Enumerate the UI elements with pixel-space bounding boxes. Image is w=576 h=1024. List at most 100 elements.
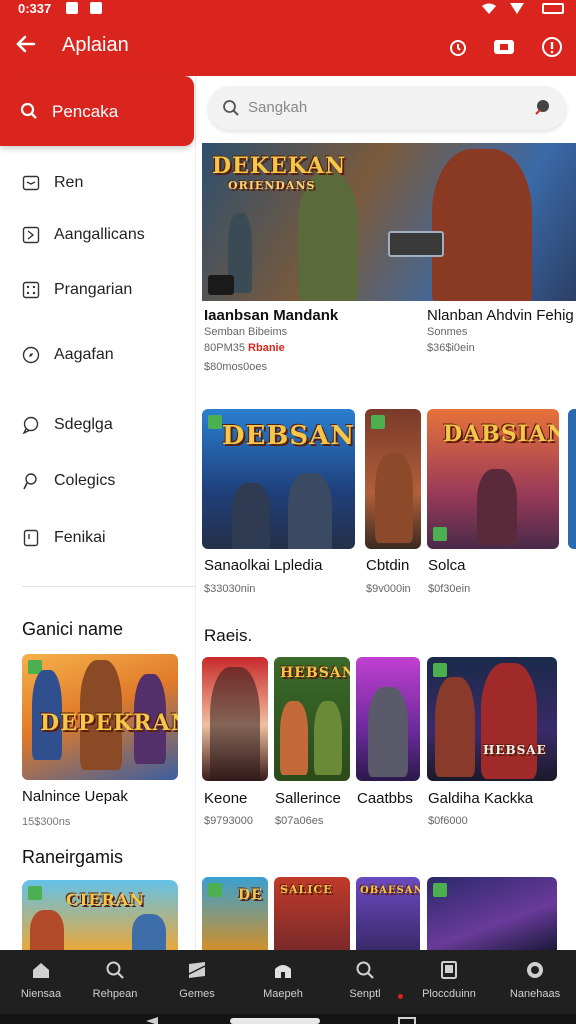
badge-icon (28, 886, 42, 900)
game-title[interactable]: Cbtdin (366, 557, 409, 574)
character-figure (375, 453, 413, 543)
sidebar-section-heading: Ganici name (22, 619, 124, 639)
game-card-art[interactable]: DEBSAN (202, 409, 355, 549)
badge-icon (433, 883, 447, 897)
sidebar: Pencaka Ren Aangallicans Prangarian Aaga… (0, 76, 196, 950)
game-card-art[interactable] (568, 409, 576, 549)
bottom-nav: Niensaa Rehpean Gemes Maepeh Senptl Ploc… (0, 950, 576, 1014)
game-card-art[interactable]: SALICE (274, 877, 350, 950)
nav-label: Rehpean (92, 988, 138, 1000)
info-icon[interactable] (540, 35, 564, 59)
sidebar-item-fenikai[interactable]: Fenikai (0, 519, 196, 559)
badge-icon (433, 663, 447, 677)
character-figure (477, 469, 517, 545)
search-bar[interactable]: Sangkah (208, 86, 566, 130)
nav-item-tablet[interactable]: Ploccduinn (408, 950, 490, 1014)
nav-label: Nanehaas (509, 988, 561, 1000)
back-button[interactable] (14, 32, 38, 60)
nav-item-library[interactable]: Maepeh (242, 950, 324, 1014)
game-subtitle: Semban Bibeims (204, 326, 288, 338)
sidebar-item-colegics[interactable]: Colegics (0, 462, 196, 502)
game-title[interactable]: Sallerince (275, 790, 341, 807)
game-logo: HEBSAN (280, 665, 350, 681)
user-icon (23, 473, 37, 490)
sidebar-item-sdeglga[interactable]: Sdeglga (0, 406, 196, 446)
game-price: $33030nin (204, 583, 256, 595)
character-figure (314, 701, 342, 775)
game-card-art[interactable]: HEBSAE (427, 657, 557, 781)
game-title[interactable]: Galdiha Kackka (428, 790, 533, 807)
game-card-art[interactable]: OBAESAN (356, 877, 420, 950)
game-subtitle: Sonmes (427, 326, 468, 338)
nav-item-games[interactable]: Gemes (156, 950, 238, 1014)
game-card-art[interactable]: HEBSAN (274, 657, 350, 781)
game-logo: DEKEKAN (212, 153, 347, 179)
nav-item-search[interactable]: Rehpean (74, 950, 156, 1014)
alarm-icon[interactable] (446, 35, 470, 59)
system-home-bar (0, 1014, 576, 1024)
game-price: $36$i0ein (427, 342, 475, 354)
system-home-pill[interactable] (230, 1018, 320, 1024)
game-title[interactable]: Solca (428, 557, 466, 574)
video-icon[interactable] (492, 35, 516, 59)
game-logo: DEPEKRAN (40, 710, 178, 736)
game-meta: $80mos0oes (204, 361, 267, 373)
game-card-art[interactable]: DE (202, 877, 268, 950)
sidebar-item-aagafan[interactable]: Aagafan (0, 336, 196, 376)
character-figure (288, 473, 332, 549)
nav-item-profile[interactable]: Nanehaas (494, 950, 576, 1014)
sidebar-item-prangarian[interactable]: Prangarian (0, 271, 196, 311)
game-card-art[interactable] (427, 877, 557, 950)
badge-icon (208, 883, 222, 897)
sidebar-item-label: Prangarian (54, 281, 133, 298)
game-title[interactable]: Keone (204, 790, 247, 807)
section-title: Raeis. (204, 626, 253, 645)
game-card-art[interactable]: DABSIAN (427, 409, 559, 549)
character-figure (435, 677, 475, 777)
game-title[interactable]: Iaanbsan Mandank (204, 307, 338, 324)
game-title[interactable]: Caatbbs (357, 790, 413, 807)
voice-search-icon[interactable] (532, 97, 552, 117)
system-back-icon[interactable] (146, 1017, 158, 1024)
sidebar-search-button[interactable]: Pencaka (0, 76, 194, 146)
game-title[interactable]: Sanaolkai Lpledia (204, 557, 322, 574)
search-icon (106, 961, 124, 979)
game-title[interactable]: Nalnince Uepak (22, 788, 128, 805)
nav-item-home[interactable]: Niensaa (0, 950, 82, 1014)
sidebar-item-label: Aangallicans (54, 226, 145, 243)
search-icon (20, 102, 37, 119)
tablet-icon (441, 961, 457, 979)
game-card-art[interactable]: DEPEKRAN (22, 654, 178, 780)
game-card-art[interactable] (202, 657, 268, 781)
sidebar-item-label: Sdeglga (54, 416, 113, 433)
badge-icon (433, 527, 447, 541)
profile-icon (527, 962, 543, 978)
system-recents-icon[interactable] (398, 1017, 416, 1024)
nav-label: Ploccduinn (422, 988, 476, 1000)
sidebar-item-aangallicans[interactable]: Aangallicans (0, 216, 196, 256)
character-figure (368, 687, 408, 777)
game-logo-subtitle: ORIENDANS (228, 179, 316, 192)
compass-icon (22, 346, 40, 364)
signal-icon (510, 3, 524, 14)
badge-icon (208, 275, 234, 295)
game-card-art[interactable] (356, 657, 420, 781)
game-card-art[interactable] (365, 409, 421, 549)
game-price: 80PM35 Rbanie (204, 342, 285, 354)
arrow-left-icon (16, 35, 36, 53)
sidebar-search-label: Pencaka (52, 102, 119, 121)
nav-item-search-2[interactable]: Senptl (324, 950, 406, 1014)
game-logo: HEBSAE (483, 743, 547, 757)
search2-icon (356, 961, 374, 979)
sidebar-item-ren[interactable]: Ren (0, 164, 196, 204)
sidebar-item-label: Fenikai (54, 529, 106, 546)
game-card-art[interactable]: CIERAN (22, 880, 178, 950)
nav-label: Senptl (349, 988, 381, 1000)
game-title[interactable]: Nlanban Ahdvin Fehig (427, 307, 574, 324)
game-logo: DEBSAN (222, 421, 355, 451)
app-bar: Aplaian (0, 18, 576, 76)
featured-banner[interactable]: DEKEKAN ORIENDANS (202, 143, 576, 301)
game-logo: SALICE (280, 883, 333, 896)
badge-icon (371, 415, 385, 429)
app-root: 0:337 Aplaian Pencaka Ren Aangallicans P… (0, 0, 576, 1024)
